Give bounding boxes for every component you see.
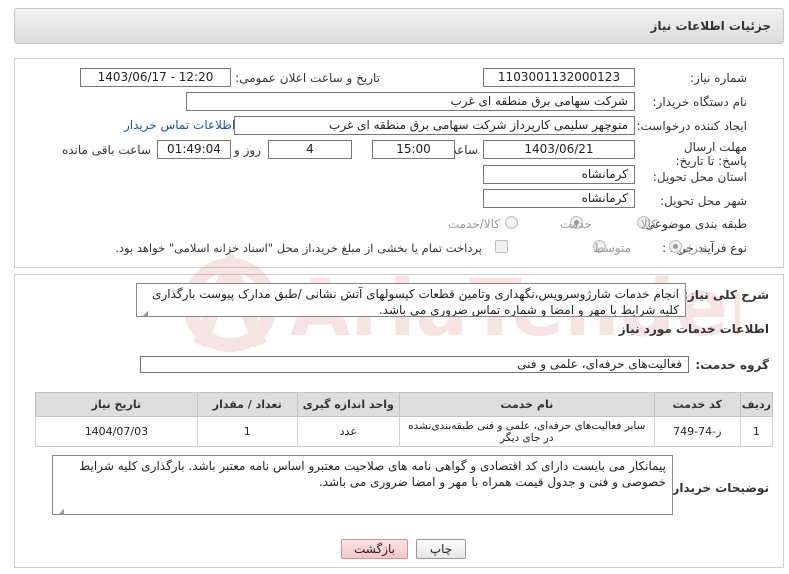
buyer-notes-text: پیمانکار می بایست دارای کد اقتصادی و گوا… — [79, 459, 666, 489]
category-option-service: خدمت — [560, 217, 592, 231]
buyer-notes-textarea[interactable]: پیمانکار می بایست دارای کد اقتصادی و گوا… — [52, 455, 673, 515]
category-option-goods: کالا — [640, 217, 657, 231]
city-field[interactable]: کرمانشاه — [483, 189, 635, 208]
days-label: روز و — [234, 143, 261, 157]
city-label: شهر محل تحویل: — [660, 194, 747, 208]
requester-field[interactable]: منوچهر سلیمی کارپرداز شرکت سهامی برق منط… — [234, 116, 635, 135]
need-number-field[interactable]: 1103001132000123 — [483, 68, 635, 87]
time-remaining-label: ساعت باقی مانده — [61, 143, 151, 157]
buyer-contact-link[interactable]: اطلاعات تماس خریدار — [124, 118, 235, 132]
category-radio-goods-service[interactable] — [505, 216, 518, 229]
table-header-row: ردیف کد خدمت نام خدمت واحد اندازه گیری ت… — [35, 392, 774, 417]
treasury-payment-note: پرداخت تمام یا بخشی از مبلغ خرید،از محل … — [115, 241, 482, 255]
province-field[interactable]: کرمانشاه — [483, 165, 635, 184]
col-header-service-code: کد خدمت — [653, 392, 741, 417]
province-label: استان محل تحویل: — [652, 170, 747, 184]
print-button[interactable]: چاپ — [416, 539, 466, 559]
cell-unit: عدد — [296, 416, 400, 447]
announce-datetime-field[interactable]: 1403/06/17 - 12:20 — [80, 68, 231, 87]
cell-need-date: 1404/07/03 — [35, 416, 198, 447]
cell-service-name: سایر فعالیت‌های حرفه‌ای، علمی و فنی طبقه… — [398, 416, 655, 447]
summary-textarea[interactable]: انجام خدمات شارژوسرویس،نگهداری وتامین قط… — [136, 283, 686, 317]
process-option-medium: متوسط — [593, 241, 631, 255]
col-header-row-number: ردیف — [739, 392, 774, 417]
col-header-need-date: تاریخ نیاز — [35, 392, 198, 417]
buyer-notes-label: توضیحات خریدار: — [667, 481, 769, 495]
col-header-unit: واحد اندازه گیری — [296, 392, 400, 417]
need-number-label: شماره نیاز: — [690, 71, 747, 85]
buyer-org-label: نام دستگاه خریدار: — [652, 95, 748, 109]
service-group-label: گروه خدمت: — [695, 358, 769, 372]
treasury-payment-checkbox[interactable] — [495, 240, 508, 253]
service-group-field[interactable]: فعالیت‌های حرفه‌ای، علمی و فنی — [140, 356, 689, 373]
deadline-time-field[interactable]: 15:00 — [372, 140, 455, 159]
deadline-label: مهلت ارسال پاسخ: تا تاریخ: — [675, 140, 747, 168]
cell-row-number: 1 — [739, 416, 774, 447]
deadline-date-field[interactable]: 1403/06/21 — [483, 140, 635, 159]
services-table: ردیف کد خدمت نام خدمت واحد اندازه گیری ت… — [35, 392, 774, 447]
col-header-quantity: تعداد / مقدار — [196, 392, 298, 417]
cell-service-code: ز-74-749 — [653, 416, 741, 447]
summary-text: انجام خدمات شارژوسرویس،نگهداری وتامین قط… — [152, 287, 679, 317]
announce-datetime-label: تاریخ و ساعت اعلان عمومی: — [235, 71, 380, 85]
table-row: 1 ز-74-749 سایر فعالیت‌های حرفه‌ای، علمی… — [35, 416, 774, 447]
buyer-org-field[interactable]: شرکت سهامی برق منطقه ای غرب — [186, 92, 635, 111]
category-option-goods-service: کالا/خدمت — [447, 217, 500, 231]
cell-quantity: 1 — [196, 416, 298, 447]
summary-label: شرح کلی نیاز: — [683, 288, 769, 302]
back-button[interactable]: بازگشت — [341, 539, 408, 559]
process-option-minor: جزیی — [678, 241, 706, 255]
resize-handle-icon[interactable]: ◢ — [56, 504, 64, 514]
page-header: جزئیات اطلاعات نیاز — [14, 8, 784, 44]
col-header-service-name: نام خدمت — [398, 392, 655, 417]
time-remaining-field[interactable]: 01:49:04 — [157, 140, 231, 159]
resize-handle-icon[interactable]: ◢ — [140, 306, 148, 316]
requester-label: ایجاد کننده درخواست: — [636, 119, 747, 133]
services-info-title: اطلاعات خدمات مورد نیاز — [618, 322, 769, 336]
days-remaining-field[interactable]: 4 — [268, 140, 352, 159]
page-title: جزئیات اطلاعات نیاز — [650, 19, 771, 33]
